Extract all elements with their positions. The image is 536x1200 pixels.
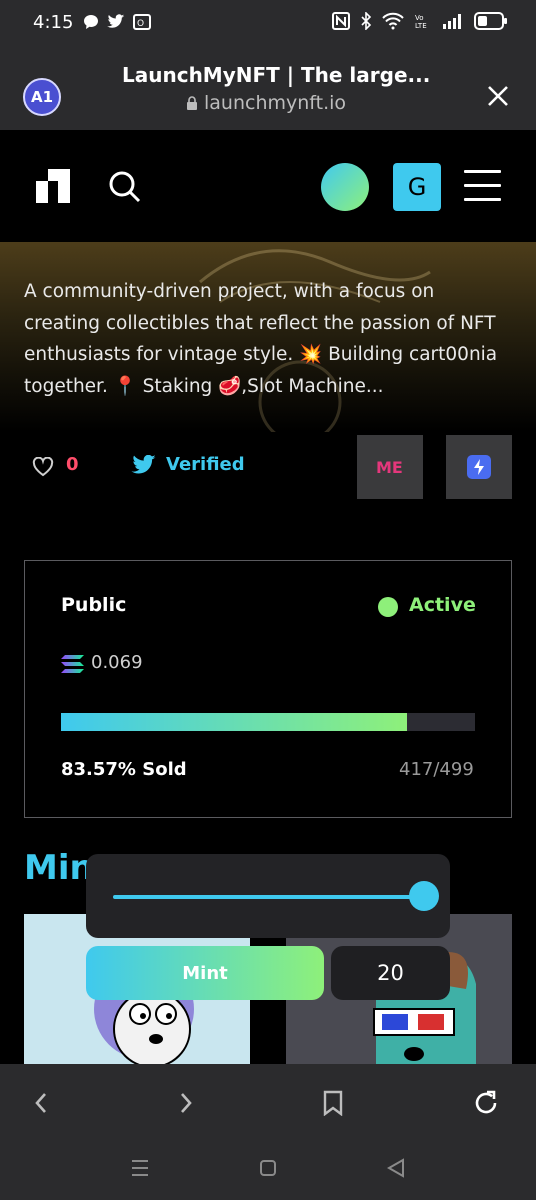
mint-progress-bar bbox=[61, 713, 475, 731]
page-title[interactable]: LaunchMyNFT | The large... bbox=[122, 63, 430, 87]
launchmynft-logo-icon[interactable] bbox=[36, 169, 70, 203]
back-triangle-icon[interactable] bbox=[386, 1158, 406, 1178]
nfc-icon bbox=[332, 12, 350, 30]
profile-button[interactable]: G bbox=[393, 163, 441, 211]
quantity-slider-thumb[interactable] bbox=[409, 881, 439, 911]
like-count: 0 bbox=[66, 454, 79, 475]
outlook-icon: O bbox=[133, 14, 151, 30]
search-icon[interactable] bbox=[108, 170, 142, 204]
twitter-icon[interactable] bbox=[131, 455, 157, 476]
browser-toolbar bbox=[0, 48, 536, 130]
magic-eden-icon: ME bbox=[376, 459, 403, 475]
svg-text:Vo: Vo bbox=[415, 14, 424, 22]
sold-count: 417/499 bbox=[399, 759, 474, 780]
wifi-icon bbox=[382, 12, 404, 30]
refresh-icon[interactable] bbox=[472, 1089, 500, 1117]
chevron-left-icon[interactable] bbox=[34, 1092, 48, 1114]
magic-eden-text: ME bbox=[376, 459, 403, 475]
lightning-badge-icon bbox=[467, 455, 491, 479]
bookmark-icon[interactable] bbox=[323, 1090, 343, 1116]
status-right-icons: Vo LTE bbox=[332, 12, 508, 30]
tab-badge[interactable]: A1 bbox=[23, 78, 61, 116]
sold-percent: 83.57% Sold bbox=[61, 759, 187, 780]
active-status-dot bbox=[378, 597, 398, 617]
phase-label: Public bbox=[61, 594, 127, 616]
battery-icon bbox=[474, 12, 507, 30]
mint-quantity-field[interactable]: 20 bbox=[331, 946, 450, 1000]
signal-icon bbox=[443, 14, 461, 29]
site-header bbox=[0, 130, 536, 242]
mint-price: 0.069 bbox=[91, 652, 143, 673]
chat-bubble-icon bbox=[84, 15, 98, 29]
chevron-right-icon[interactable] bbox=[179, 1092, 193, 1114]
mint-button[interactable]: Mint bbox=[86, 946, 324, 1000]
wallet-avatar[interactable] bbox=[321, 163, 369, 211]
svg-text:O: O bbox=[137, 19, 144, 29]
close-icon[interactable] bbox=[486, 84, 510, 108]
twitter-verified-label[interactable]: Verified bbox=[166, 454, 245, 475]
status-left-icons: O bbox=[83, 13, 151, 31]
lock-icon bbox=[187, 96, 197, 110]
solana-icon bbox=[61, 655, 84, 673]
magic-eden-button[interactable]: ME bbox=[357, 435, 423, 499]
svg-text:LTE: LTE bbox=[415, 22, 427, 30]
recent-apps-icon[interactable] bbox=[130, 1159, 150, 1177]
twitter-bird-icon bbox=[107, 14, 125, 28]
collection-description: A community-driven project, with a focus… bbox=[24, 281, 498, 397]
bluetooth-icon bbox=[361, 12, 372, 30]
launchpad-link-button[interactable] bbox=[446, 435, 512, 499]
heart-icon[interactable] bbox=[32, 457, 54, 477]
status-time: 4:15 bbox=[33, 12, 74, 33]
mint-progress-fill bbox=[61, 713, 407, 731]
browser-bottom-nav bbox=[0, 1064, 536, 1144]
quantity-slider-track[interactable] bbox=[113, 895, 425, 899]
page-url[interactable]: launchmynft.io bbox=[204, 92, 346, 114]
hamburger-menu-icon[interactable] bbox=[464, 170, 501, 212]
home-icon[interactable] bbox=[259, 1159, 277, 1177]
phase-status: Active bbox=[409, 594, 476, 616]
volte-icon: VoLTE bbox=[415, 14, 427, 30]
mint-section-heading: Min bbox=[24, 848, 94, 888]
